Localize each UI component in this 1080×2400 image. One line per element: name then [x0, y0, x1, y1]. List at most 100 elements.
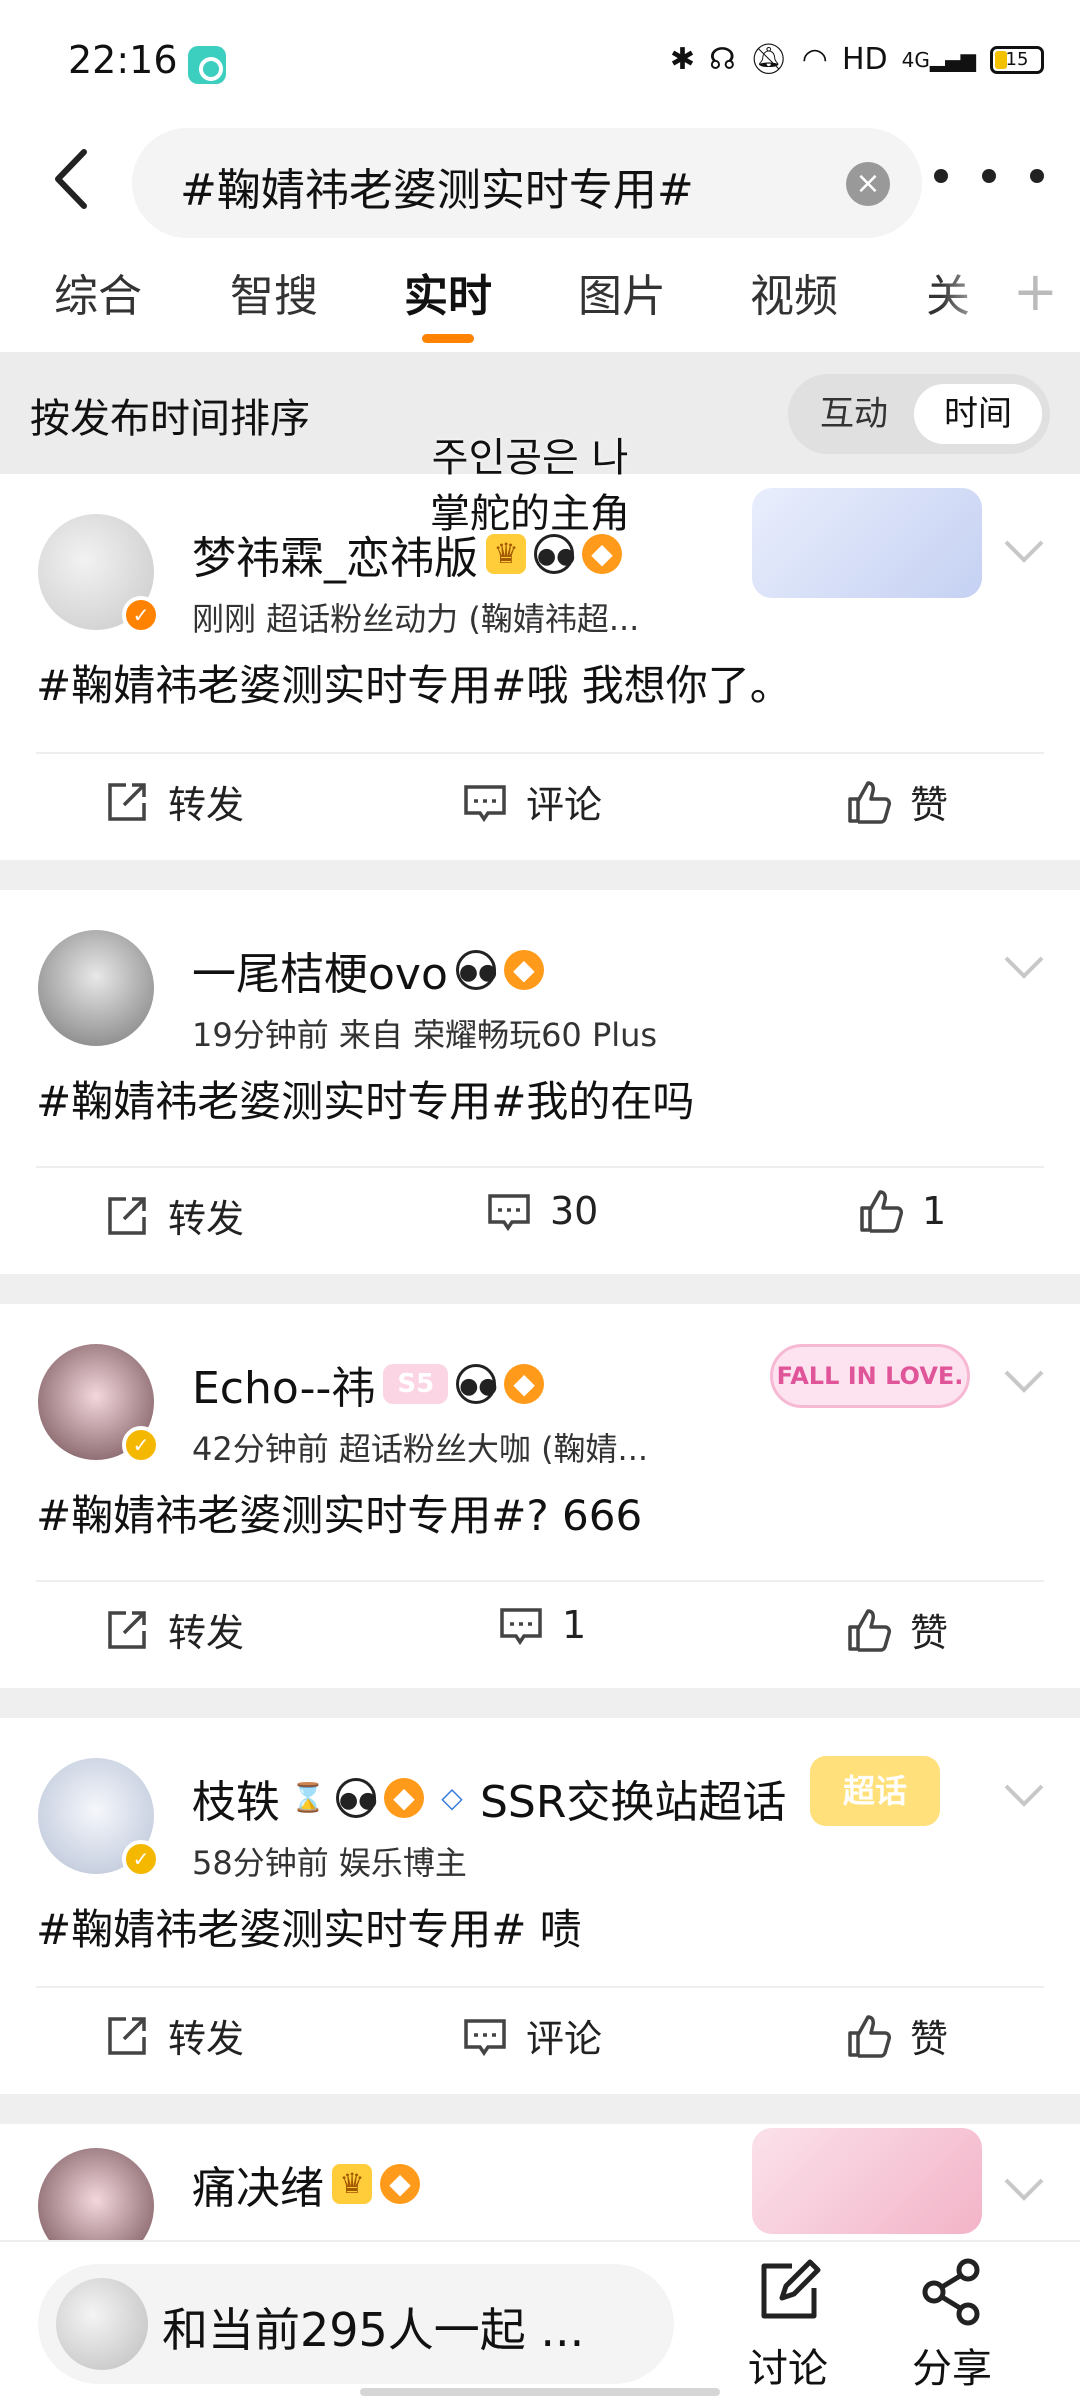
repost-button[interactable]: 转发 — [104, 2008, 244, 2063]
verified-badge-icon: ✓ — [122, 1426, 160, 1464]
wifi-icon: ◠ — [801, 42, 828, 77]
panda-icon: ●● — [456, 1364, 498, 1404]
join-text: 和当前295人一起 ... — [162, 2303, 585, 2357]
status-bar: 22:16 ✱ ☊ 🔕︎ ◠ HD 4G▂▄▆ 15 — [0, 0, 1080, 120]
tab-smart-search[interactable]: 智搜 — [230, 260, 318, 324]
search-query: #鞠婧祎老婆测实时专用# — [180, 165, 694, 216]
crown-icon: ♛ — [332, 2164, 372, 2204]
post-card[interactable]: 痛决绪 ♛ ◆ — [0, 2124, 1080, 2240]
repost-icon — [108, 2016, 146, 2055]
repost-button[interactable]: 转发 — [104, 1602, 244, 1657]
back-arrow-icon[interactable] — [44, 134, 104, 224]
card-separator — [0, 2094, 1080, 2124]
thumbs-up-icon — [848, 2014, 891, 2058]
add-tab-icon[interactable]: + — [1013, 260, 1058, 323]
search-input[interactable]: #鞠婧祎老婆测实时专用# × — [132, 128, 922, 238]
post-username[interactable]: 痛决绪 ♛ ◆ — [192, 2152, 420, 2216]
super-topic-link[interactable]: SSR交换站超话 — [480, 1766, 786, 1830]
verified-badge-icon: ✓ — [122, 1840, 160, 1878]
like-button[interactable]: 1 — [858, 1188, 946, 1234]
network-label: HD — [841, 42, 888, 77]
home-indicator — [360, 2388, 720, 2396]
post-username[interactable]: Echo--祎 S5 ●● ◆ — [192, 1352, 545, 1416]
chevron-down-icon[interactable] — [1002, 2174, 1046, 2204]
avatar[interactable] — [38, 930, 154, 1046]
post-actions: 转发 评论 赞 — [0, 1988, 1080, 2088]
post-username[interactable]: 枝轶 ⌛ ●● ◆ ◇ SSR交换站超话 — [192, 1766, 786, 1830]
share-icon — [922, 2258, 980, 2326]
thumbs-up-icon — [860, 1190, 903, 1233]
comment-button[interactable]: 评论 — [462, 774, 602, 829]
post-content: #鞠婧祎老婆测实时专用# 啧 — [36, 1905, 582, 1954]
comment-icon — [488, 1194, 530, 1232]
chevron-down-icon[interactable] — [1002, 1780, 1046, 1810]
more-dots-icon[interactable] — [934, 156, 1044, 196]
tab-comprehensive[interactable]: 综合 — [54, 260, 142, 324]
sort-label: 按发布时间排序 — [30, 396, 310, 442]
discuss-button[interactable]: 讨论 — [748, 2256, 828, 2394]
share-button[interactable]: 分享 — [912, 2256, 992, 2394]
comment-button[interactable]: 评论 — [462, 2008, 602, 2063]
avatar[interactable] — [38, 2148, 154, 2240]
post-content: #鞠婧祎老婆测实时专用#? 666 — [36, 1491, 643, 1540]
verified-badge-icon: ✓ — [122, 596, 160, 634]
tab-realtime[interactable]: 实时 — [404, 260, 492, 324]
sort-option-time[interactable]: 时间 — [914, 384, 1042, 444]
status-time: 22:16 — [68, 38, 178, 82]
app-notification-icon — [188, 46, 226, 84]
compose-icon — [761, 2259, 821, 2319]
post-actions: 转发 评论 赞 — [0, 754, 1080, 854]
post-meta: 刚刚 超话粉丝动力 (鞠婧祎超... — [192, 600, 640, 638]
level-badge: S5 — [383, 1364, 449, 1404]
post-card[interactable]: ✓ Echo--祎 S5 ●● ◆ 42分钟前 超话粉丝大咖 (鞠婧... FA… — [0, 1304, 1080, 1688]
cat-decoration-icon — [752, 2128, 982, 2234]
card-separator — [0, 860, 1080, 890]
comment-icon — [500, 1608, 542, 1646]
repost-button[interactable]: 转发 — [104, 1188, 244, 1243]
post-actions: 转发 30 1 — [0, 1168, 1080, 1268]
card-separator — [0, 1274, 1080, 1304]
bluetooth-icon: ✱ — [669, 42, 695, 77]
post-meta: 19分钟前 来自 荣耀畅玩60 Plus — [192, 1016, 658, 1054]
avatar[interactable]: ✓ — [38, 1758, 160, 1878]
post-actions: 转发 1 赞 — [0, 1582, 1080, 1682]
super-topic-decoration: 超话 — [810, 1756, 940, 1826]
sort-option-interaction[interactable]: 互动 — [798, 384, 910, 444]
join-discussion-button[interactable]: 和当前295人一起 ... — [38, 2264, 674, 2384]
repost-icon — [108, 782, 146, 821]
post-card[interactable]: ✓ 枝轶 ⌛ ●● ◆ ◇ SSR交换站超话 58分钟前 娱乐博主 超话 #鞠婧… — [0, 1718, 1080, 2094]
avatar[interactable]: ✓ — [38, 514, 160, 634]
status-icons: ✱ ☊ 🔕︎ ◠ HD 4G▂▄▆ 15 — [670, 42, 1044, 77]
post-meta: 58分钟前 娱乐博主 — [192, 1844, 467, 1882]
close-circle-icon[interactable]: × — [846, 162, 890, 206]
post-content: #鞠婧祎老婆测实时专用#哦 我想你了。 — [36, 661, 792, 710]
like-button[interactable]: 赞 — [846, 2008, 948, 2063]
bottom-bar: 和当前295人一起 ... 讨论 分享 — [0, 2240, 1080, 2400]
fish-icon: ◆ — [380, 2164, 420, 2204]
chevron-down-icon[interactable] — [1002, 536, 1046, 566]
comment-button[interactable]: 30 — [486, 1188, 598, 1234]
thumbs-up-icon — [848, 780, 891, 824]
post-username[interactable]: 一尾桔梗ovo ●● ◆ — [192, 938, 544, 1002]
tab-images[interactable]: 图片 — [578, 260, 666, 324]
fish-icon: ◆ — [504, 1364, 545, 1404]
like-button[interactable]: 赞 — [846, 1602, 948, 1657]
post-card[interactable]: 一尾桔梗ovo ●● ◆ 19分钟前 来自 荣耀畅玩60 Plus #鞠婧祎老婆… — [0, 890, 1080, 1274]
panda-icon: ●● — [336, 1778, 377, 1818]
repost-icon — [108, 1610, 146, 1649]
avatar[interactable]: ✓ — [38, 1344, 160, 1464]
chevron-down-icon[interactable] — [1002, 952, 1046, 982]
fish-icon: ◆ — [503, 950, 544, 990]
panda-icon: ●● — [455, 950, 497, 990]
search-header: #鞠婧祎老婆测实时专用# × — [0, 120, 1080, 240]
overlay-caption: 주인공은 나 掌舵的主角 — [430, 435, 630, 537]
fish-icon: ◆ — [384, 1778, 424, 1818]
comment-icon — [464, 2018, 506, 2056]
bow-decoration-icon — [752, 488, 982, 598]
tab-videos[interactable]: 视频 — [750, 260, 838, 324]
chevron-down-icon[interactable] — [1002, 1366, 1046, 1396]
card-separator — [0, 1688, 1080, 1718]
repost-button[interactable]: 转发 — [104, 774, 244, 829]
like-button[interactable]: 赞 — [846, 774, 948, 829]
comment-button[interactable]: 1 — [498, 1602, 586, 1648]
